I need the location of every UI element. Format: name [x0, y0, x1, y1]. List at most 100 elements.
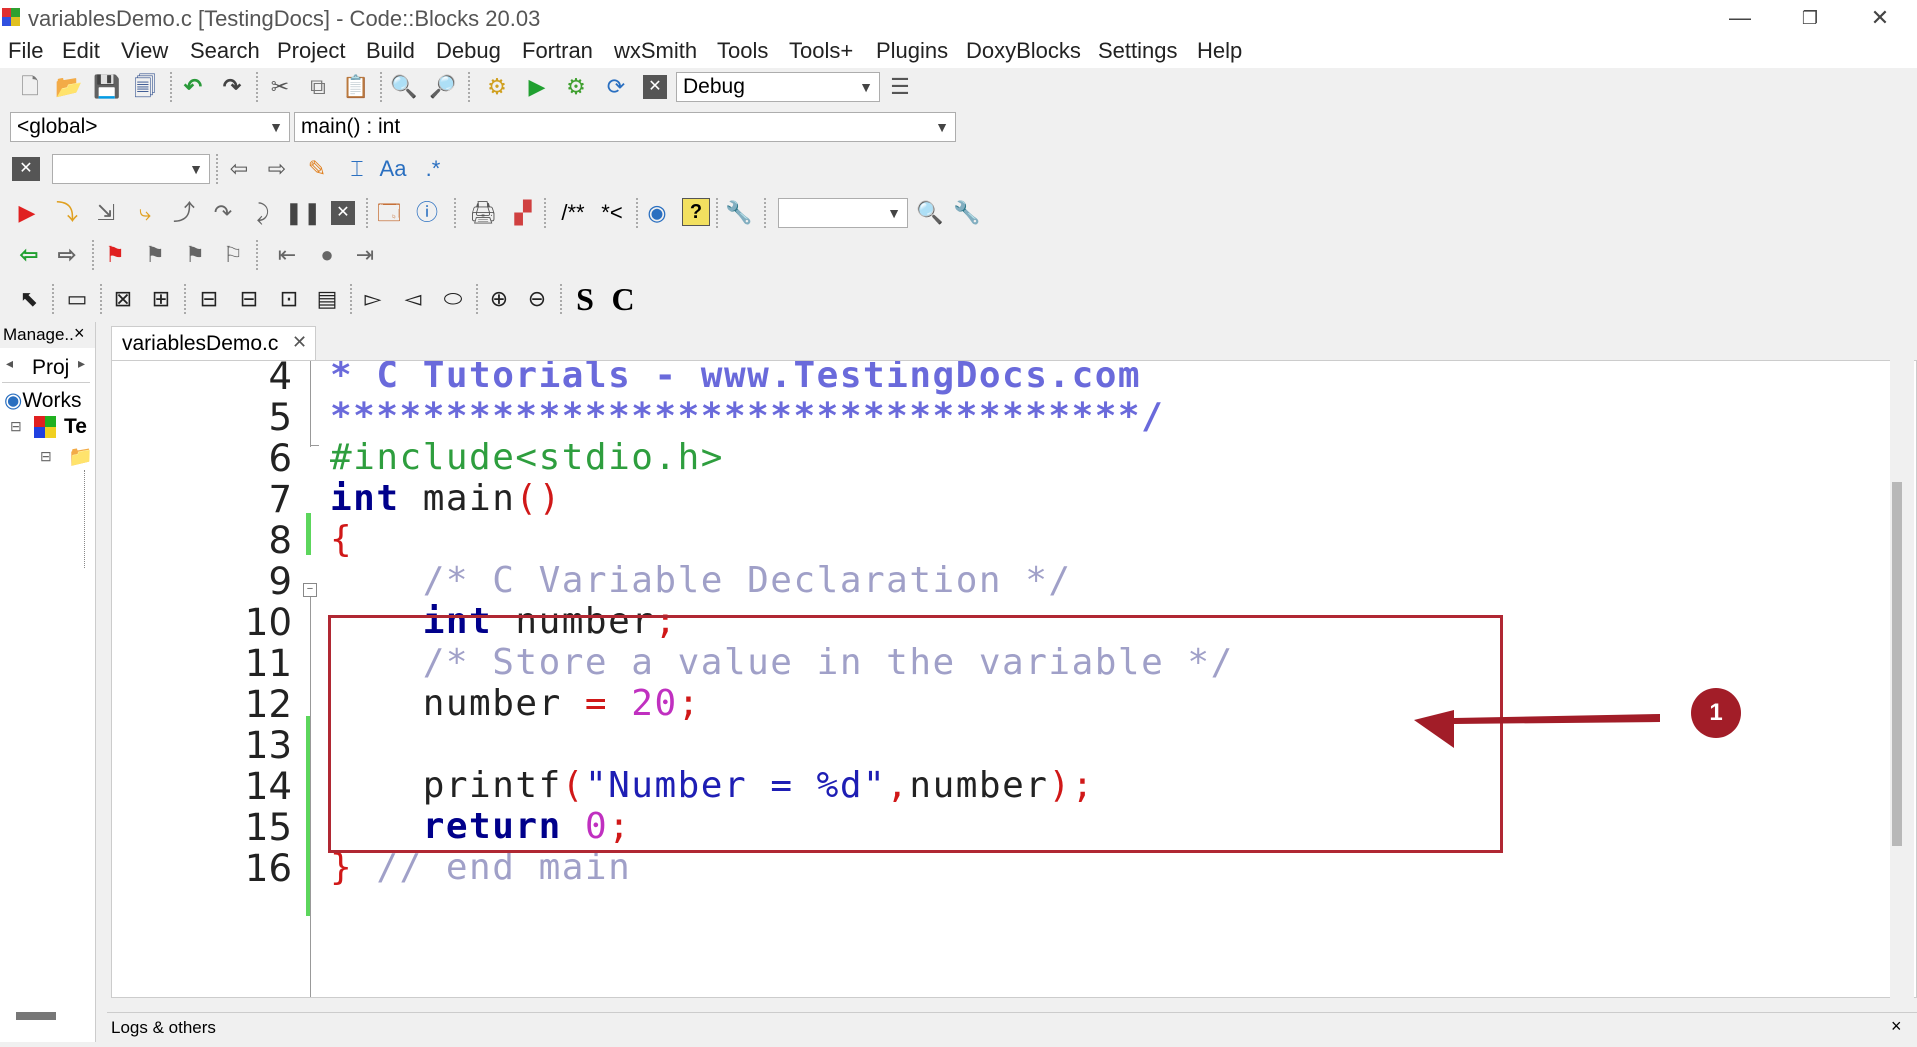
- zoom-in-icon[interactable]: ⊕: [484, 284, 514, 314]
- close-button[interactable]: ✕: [1850, 2, 1910, 34]
- pointer-icon[interactable]: ⬉: [14, 284, 44, 314]
- code-line[interactable]: } // end main: [330, 847, 631, 888]
- restore-button[interactable]: ❐: [1780, 2, 1840, 34]
- break-block-icon[interactable]: ▻: [358, 284, 388, 314]
- save-all-icon[interactable]: 🗐: [130, 72, 160, 102]
- tab-variablesdemo[interactable]: variablesDemo.c ✕: [111, 326, 316, 360]
- code-line[interactable]: int main(): [330, 478, 562, 519]
- function-select[interactable]: main() : int ▼: [294, 112, 956, 142]
- run-to-cursor-icon[interactable]: ⤵: [52, 198, 82, 228]
- tab-close-icon[interactable]: ✕: [292, 332, 307, 353]
- comment-toggle-icon[interactable]: C: [608, 283, 638, 315]
- code-line[interactable]: {: [330, 519, 353, 560]
- save-icon[interactable]: 💾: [92, 72, 122, 102]
- highlight-icon[interactable]: ✎: [302, 154, 332, 184]
- clear-search-icon[interactable]: ✕: [12, 157, 40, 181]
- continue-block-icon[interactable]: ◅: [398, 284, 428, 314]
- replace-icon[interactable]: 🔎: [428, 72, 458, 102]
- toggle-bookmark-icon[interactable]: ⚑: [100, 240, 130, 270]
- tab-scroll-right-icon[interactable]: ▸: [78, 355, 85, 372]
- menu-wxsmith[interactable]: wxSmith: [614, 38, 697, 64]
- search-combo[interactable]: ▼: [52, 154, 210, 184]
- redo-icon[interactable]: ↷: [217, 72, 247, 102]
- find-next-icon[interactable]: ⇨: [262, 154, 292, 184]
- stop-debugger-icon[interactable]: ✕: [331, 201, 355, 225]
- next-instruction-icon[interactable]: ↷: [208, 198, 238, 228]
- menu-plugins[interactable]: Plugins: [876, 38, 948, 64]
- step-out-icon[interactable]: ⤴: [169, 198, 199, 228]
- menu-build[interactable]: Build: [366, 38, 415, 64]
- scope-select[interactable]: <global> ▼: [10, 112, 290, 142]
- regex-icon[interactable]: .*: [418, 154, 448, 184]
- block-icon[interactable]: ▤: [312, 284, 342, 314]
- code-line[interactable]: /* C Variable Declaration */: [330, 560, 1072, 601]
- project-label[interactable]: Te: [64, 415, 87, 439]
- step-into-instruction-icon[interactable]: ⤸: [248, 198, 278, 228]
- jump-forward-icon[interactable]: ⇥: [350, 240, 380, 270]
- instruction-block-icon[interactable]: ▭: [62, 284, 92, 314]
- menu-tools[interactable]: Tools: [717, 38, 768, 64]
- selected-text-only-icon[interactable]: ⌶: [342, 154, 372, 184]
- menu-doxyblocks[interactable]: DoxyBlocks: [966, 38, 1081, 64]
- folder-icon[interactable]: 📁: [68, 444, 93, 469]
- panel-resize-grip[interactable]: [16, 1012, 56, 1020]
- while-block-icon[interactable]: ⊟: [194, 284, 224, 314]
- fold-toggle-icon[interactable]: −: [303, 583, 317, 597]
- abort-icon[interactable]: ✕: [643, 75, 667, 99]
- logs-label[interactable]: Logs & others: [111, 1018, 216, 1038]
- code-line[interactable]: ***********************************/: [330, 396, 1164, 437]
- debug-continue-icon[interactable]: ▶: [12, 198, 42, 228]
- source-toggle-icon[interactable]: S: [570, 283, 600, 315]
- build-options-icon[interactable]: ☰: [885, 72, 915, 102]
- collapse-folder-icon[interactable]: ⊟: [40, 448, 52, 465]
- menu-search[interactable]: Search: [190, 38, 260, 64]
- line-comment-icon[interactable]: *<: [594, 198, 630, 228]
- menu-fortran[interactable]: Fortran: [522, 38, 593, 64]
- block-comment-icon[interactable]: /**: [553, 198, 593, 228]
- minimize-button[interactable]: —: [1710, 2, 1770, 34]
- zoom-out-icon[interactable]: ⊖: [522, 284, 552, 314]
- management-close-icon[interactable]: ×: [74, 323, 85, 344]
- symbol-search-icon[interactable]: 🔍: [915, 198, 945, 228]
- menu-edit[interactable]: Edit: [62, 38, 100, 64]
- menu-project[interactable]: Project: [277, 38, 345, 64]
- menu-settings[interactable]: Settings: [1098, 38, 1178, 64]
- switch-block-icon[interactable]: ⊞: [146, 284, 176, 314]
- next-line-icon[interactable]: ⇲: [91, 198, 121, 228]
- configure-icon[interactable]: 🔧: [724, 198, 754, 228]
- forward-icon[interactable]: ⇨: [52, 240, 82, 270]
- step-into-icon[interactable]: ⤷: [130, 198, 160, 228]
- collapse-project-icon[interactable]: ⊟: [10, 418, 22, 435]
- menu-file[interactable]: File: [8, 38, 43, 64]
- debugging-windows-icon[interactable]: 🗔: [374, 198, 404, 228]
- return-block-icon[interactable]: ⬭: [438, 284, 468, 314]
- match-case-icon[interactable]: Aa: [378, 154, 408, 184]
- pause-icon[interactable]: ❚❚: [285, 198, 322, 228]
- jump-marker-icon[interactable]: ●: [312, 240, 342, 270]
- workspace-node[interactable]: ◉Works: [4, 388, 81, 413]
- doxywizard-icon[interactable]: 🖨: [468, 198, 498, 228]
- build-and-run-icon[interactable]: ⚙: [561, 72, 591, 102]
- undo-icon[interactable]: ↶: [178, 72, 208, 102]
- menu-tools-plus[interactable]: Tools+: [789, 38, 853, 64]
- next-bookmark-icon[interactable]: ⚑: [180, 240, 210, 270]
- build-gear-icon[interactable]: ⚙: [482, 72, 512, 102]
- code-line[interactable]: * C Tutorials - www.TestingDocs.com: [330, 361, 1141, 396]
- build-target-select[interactable]: Debug ▼: [676, 72, 880, 102]
- clear-bookmarks-icon[interactable]: ⚐: [218, 240, 248, 270]
- copy-icon[interactable]: ⧉: [303, 72, 333, 102]
- extract-docs-icon[interactable]: ▞: [508, 198, 538, 228]
- editor-scrollbar-thumb[interactable]: [1892, 482, 1902, 846]
- for-block-icon[interactable]: ⊡: [274, 284, 304, 314]
- menu-help[interactable]: Help: [1197, 38, 1242, 64]
- menu-view[interactable]: View: [121, 38, 168, 64]
- do-while-block-icon[interactable]: ⊟: [234, 284, 264, 314]
- back-icon[interactable]: ⇦: [14, 240, 44, 270]
- symbol-combo[interactable]: ▼: [778, 198, 908, 228]
- cut-icon[interactable]: ✂: [265, 72, 295, 102]
- menu-debug[interactable]: Debug: [436, 38, 501, 64]
- new-file-icon[interactable]: 🗋: [15, 72, 45, 102]
- open-file-icon[interactable]: 📂: [54, 72, 84, 102]
- code-line[interactable]: #include<stdio.h>: [330, 437, 724, 478]
- debug-info-icon[interactable]: ⓘ: [412, 198, 442, 228]
